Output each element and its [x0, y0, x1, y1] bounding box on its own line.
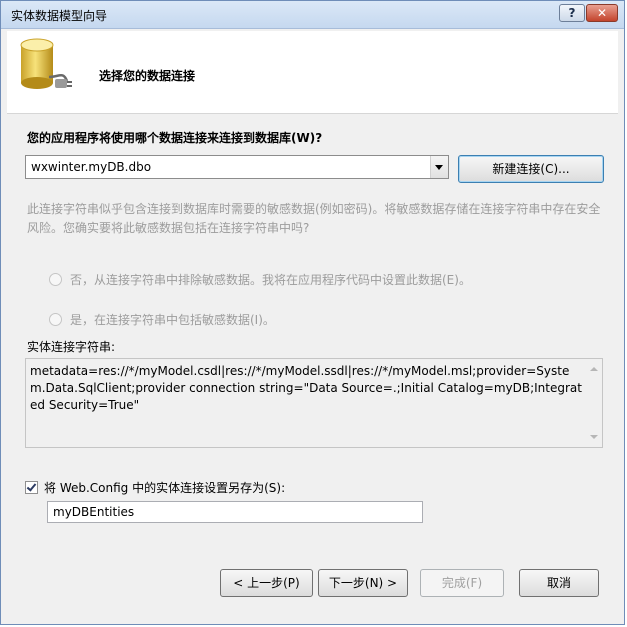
page-title: 选择您的数据连接 [99, 69, 196, 83]
window-title: 实体数据模型向导 [11, 9, 108, 23]
sensitive-data-warning: 此连接字符串似乎包含连接到数据库时需要的敏感数据(例如密码)。将敏感数据存储在连… [27, 202, 601, 235]
save-settings-label: 将 Web.Config 中的实体连接设置另存为(S): [44, 481, 286, 495]
radio-exclude-sensitive[interactable]: 否，从连接字符串中排除敏感数据。我将在应用程序代码中设置此数据(E)。 [49, 271, 471, 288]
vertical-scrollbar[interactable] [586, 359, 602, 447]
scroll-up-icon[interactable] [590, 367, 598, 371]
connection-dropdown[interactable]: wxwinter.myDB.dbo [25, 155, 449, 179]
scroll-down-icon[interactable] [590, 435, 598, 439]
entity-string-label: 实体连接字符串: [27, 340, 116, 354]
radio-exclude-label: 否，从连接字符串中排除敏感数据。我将在应用程序代码中设置此数据(E)。 [70, 273, 471, 287]
radio-circle-icon[interactable] [49, 313, 62, 326]
next-button[interactable]: 下一步(N) > [318, 569, 408, 597]
previous-button[interactable]: < 上一步(P) [220, 569, 313, 597]
connection-dropdown-value: wxwinter.myDB.dbo [31, 160, 152, 174]
close-button[interactable]: ✕ [586, 4, 618, 22]
help-button[interactable]: ? [559, 4, 585, 22]
save-settings-row[interactable]: 将 Web.Config 中的实体连接设置另存为(S): [25, 479, 285, 496]
save-settings-checkbox[interactable] [25, 481, 38, 494]
finish-button[interactable]: 完成(F) [420, 569, 504, 597]
title-bar: 实体数据模型向导 ? ✕ [1, 1, 624, 29]
entity-string-textbox[interactable]: metadata=res://*/myModel.csdl|res://*/my… [25, 358, 603, 448]
new-connection-button[interactable]: 新建连接(C)... [458, 155, 604, 183]
radio-include-sensitive[interactable]: 是，在连接字符串中包括敏感数据(I)。 [49, 311, 275, 328]
database-connection-icon [20, 38, 72, 89]
entity-string-value: metadata=res://*/myModel.csdl|res://*/my… [30, 364, 582, 412]
wizard-content: 您的应用程序将使用哪个数据连接来连接到数据库(W)? wxwinter.myDB… [7, 115, 618, 620]
chevron-down-icon[interactable] [430, 156, 448, 178]
cancel-button[interactable]: 取消 [519, 569, 599, 597]
radio-include-label: 是，在连接字符串中包括敏感数据(I)。 [70, 313, 275, 327]
connection-question-label: 您的应用程序将使用哪个数据连接来连接到数据库(W)? [27, 131, 323, 145]
wizard-window: 实体数据模型向导 ? ✕ 选择您的数据连接 您的应用程序将使用哪个数据连接来连接… [0, 0, 625, 625]
wizard-header: 选择您的数据连接 [7, 31, 618, 114]
entity-name-input[interactable] [47, 501, 423, 523]
radio-circle-icon[interactable] [49, 273, 62, 286]
